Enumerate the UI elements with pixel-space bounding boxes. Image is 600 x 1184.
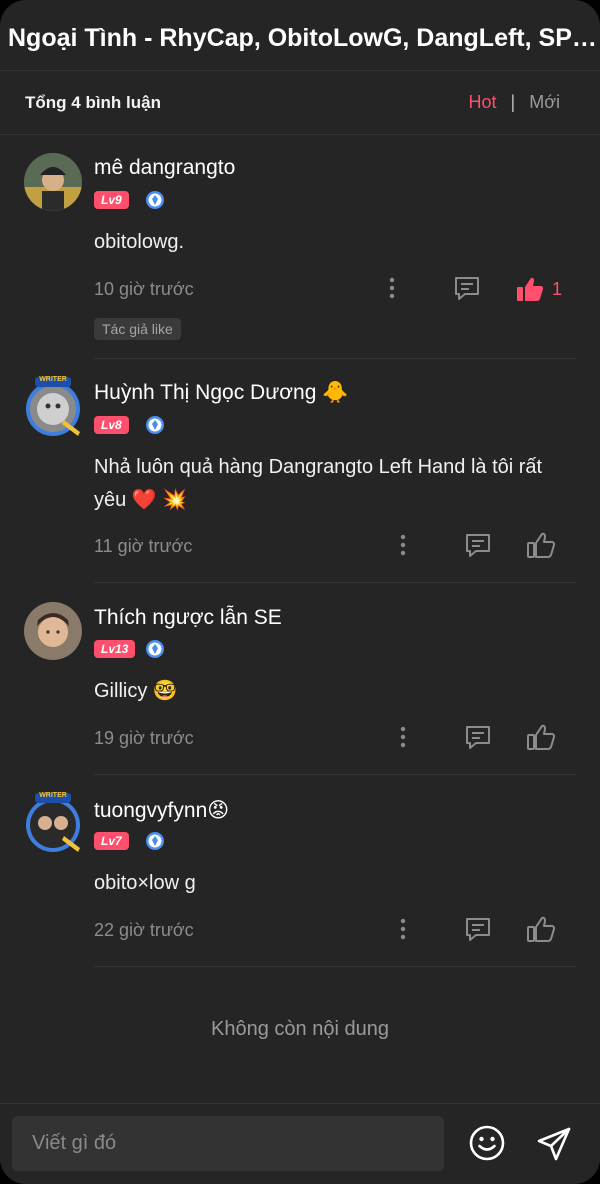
header-divider — [0, 70, 600, 71]
comment-text: obitolowg. — [94, 231, 185, 253]
sort-hot-tab[interactable]: Hot — [469, 92, 497, 113]
thumbs-up-icon[interactable] — [515, 275, 545, 303]
comment-time: 11 giờ trước — [94, 536, 193, 556]
thumbs-up-icon[interactable] — [526, 915, 556, 943]
comment-icon[interactable] — [464, 532, 492, 558]
more-vertical-icon[interactable] — [397, 917, 409, 941]
level-badge: Lv7 — [94, 832, 129, 850]
comment-count: Tổng 4 bình luận — [25, 93, 161, 112]
send-icon[interactable] — [534, 1124, 574, 1164]
comment-time: 22 giờ trước — [94, 920, 194, 940]
more-vertical-icon[interactable] — [397, 725, 409, 749]
sort-tabs: Hot | Mới — [469, 92, 561, 113]
comment-author[interactable]: Huỳnh Thị Ngọc Dương 🐥 — [94, 381, 348, 405]
comment-divider — [94, 966, 576, 967]
comment-author[interactable]: tuongvyfynn😡 — [94, 798, 229, 823]
song-title: Ngoại Tình - RhyCap, ObitoLowG, DangLeft… — [8, 24, 598, 52]
comment-icon[interactable] — [464, 724, 492, 750]
composer-divider — [0, 1103, 600, 1104]
more-vertical-icon[interactable] — [397, 533, 409, 557]
comment-time: 10 giờ trước — [94, 279, 194, 299]
like-count: 1 — [552, 279, 563, 299]
level-badge: Lv9 — [94, 191, 129, 209]
comment-divider — [94, 774, 576, 775]
thumbs-up-icon[interactable] — [526, 723, 556, 751]
comment-icon[interactable] — [464, 916, 492, 942]
avatar[interactable] — [20, 790, 86, 856]
level-badge: Lv8 — [94, 416, 129, 434]
thumbs-up-icon[interactable] — [526, 531, 556, 559]
sort-new-tab[interactable]: Mới — [529, 92, 560, 113]
end-of-content: Không còn nội dung — [211, 1018, 389, 1040]
comment-icon[interactable] — [453, 275, 481, 301]
avatar[interactable] — [20, 374, 86, 440]
comment-author[interactable]: mê dangrangto — [94, 156, 235, 180]
shield-badge-icon — [146, 416, 164, 434]
sort-separator: | — [510, 92, 516, 112]
more-vertical-icon[interactable] — [386, 276, 398, 300]
writer-badge: WRITER — [39, 792, 67, 799]
author-liked-tag: Tác giả like — [94, 318, 181, 340]
comment-author[interactable]: Thích ngược lẫn SE — [94, 606, 282, 630]
toolbar-divider — [0, 134, 600, 135]
shield-badge-icon — [146, 191, 164, 209]
writer-badge: WRITER — [39, 376, 67, 383]
avatar[interactable] — [24, 153, 82, 211]
comment-input[interactable] — [12, 1116, 444, 1171]
comments-sheet: Ngoại Tình - RhyCap, ObitoLowG, DangLeft… — [0, 0, 600, 1184]
smiley-icon[interactable] — [468, 1124, 506, 1162]
level-badge: Lv13 — [94, 640, 136, 658]
comment-text: obito×low g — [94, 872, 196, 894]
comment-divider — [94, 358, 576, 359]
comment-time: 19 giờ trước — [94, 728, 194, 748]
comment-text: Nhả luôn quả hàng Dangrangto Left Hand l… — [94, 456, 543, 511]
avatar[interactable] — [24, 602, 82, 660]
comment-text: Gillicy 🤓 — [94, 680, 178, 702]
composer-bar — [0, 1103, 600, 1184]
comment-divider — [94, 582, 576, 583]
shield-badge-icon — [146, 832, 164, 850]
shield-badge-icon — [146, 640, 164, 658]
